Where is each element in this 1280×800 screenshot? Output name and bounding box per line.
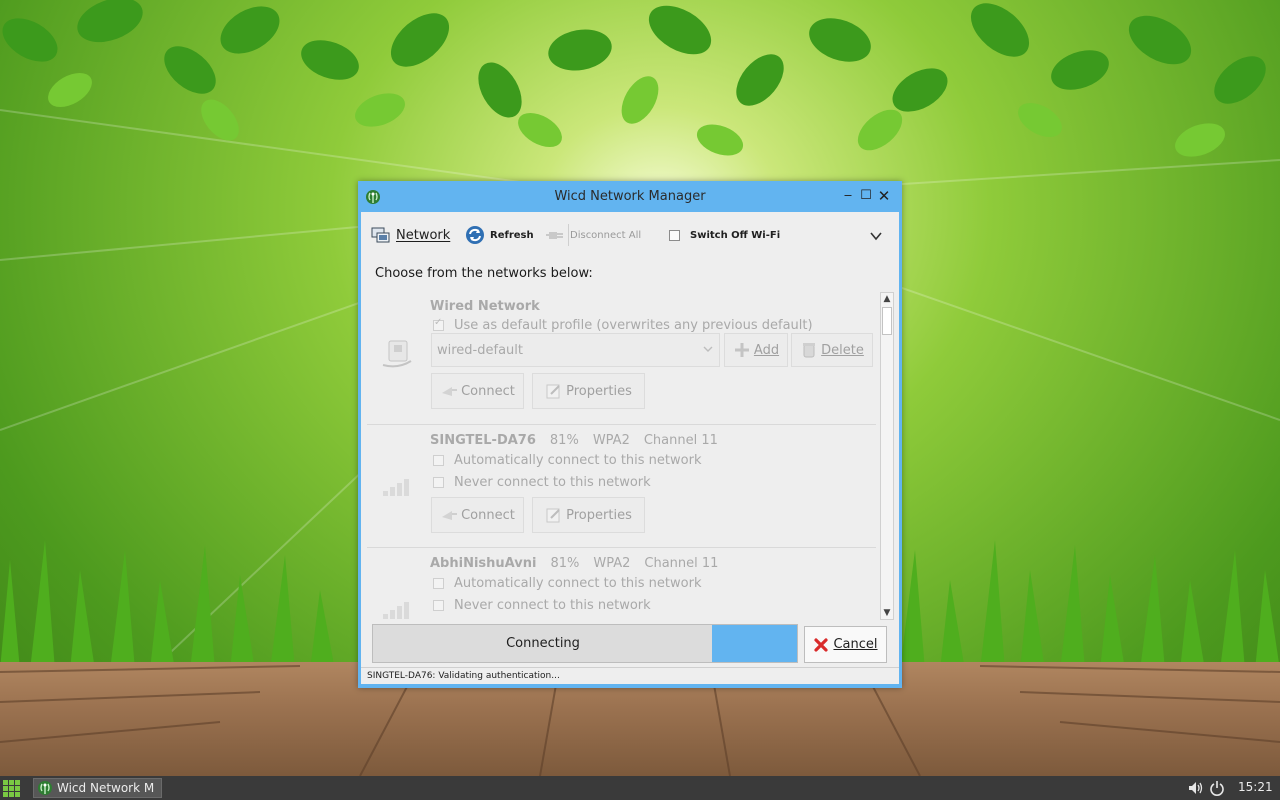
disconnect-all-label: Disconnect All [570, 229, 642, 241]
power-icon[interactable] [1209, 780, 1225, 796]
edit-icon [546, 384, 560, 399]
wired-connect-button[interactable]: Connect [431, 373, 524, 409]
refresh-icon [466, 226, 484, 244]
never-connect-checkbox[interactable] [433, 477, 444, 488]
network-ssid: SINGTEL-DA76 [430, 433, 536, 448]
network-connect-button[interactable]: Connect [431, 497, 524, 533]
network-encryption: WPA2 [593, 556, 631, 571]
network-entry: SINGTEL-DA76 81% WPA2 Channel 11 Automatica… [367, 424, 876, 548]
wired-properties-label: Properties [566, 383, 632, 399]
default-profile-label: Use as default profile (overwrites any p… [454, 318, 813, 333]
default-profile-option[interactable]: Use as default profile (overwrites any p… [433, 317, 813, 333]
cancel-label: Cancel [833, 637, 878, 652]
connect-icon [442, 511, 458, 520]
chevron-down-icon [703, 346, 713, 352]
titlebar[interactable]: Wicd Network Manager ‒ ☐ ✕ [358, 181, 902, 212]
progress-label: Connecting [506, 636, 580, 651]
toolbar-separator [568, 224, 569, 246]
progress-indicator [712, 625, 797, 662]
default-profile-checkbox[interactable] [433, 317, 444, 331]
network-label: Network [396, 227, 451, 243]
scroll-down-icon[interactable]: ▼ [881, 607, 893, 619]
network-entry: AbhiNishuAvni 81% WPA2 Channel 11 Automatic… [367, 547, 876, 620]
wired-profile-select[interactable]: wired-default [431, 333, 720, 367]
wired-network-title: Wired Network [430, 299, 540, 314]
network-ssid: AbhiNishuAvni [430, 556, 537, 571]
network-encryption: WPA2 [592, 433, 630, 448]
taskbar-window-label: Wicd Network M [57, 781, 155, 795]
network-info: SINGTEL-DA76 81% WPA2 Channel 11 [430, 433, 732, 448]
network-info: AbhiNishuAvni 81% WPA2 Channel 11 [430, 556, 732, 571]
switch-off-wifi-toggle[interactable]: Switch Off Wi-Fi [669, 224, 780, 246]
signal-bars-icon [383, 602, 409, 619]
auto-connect-label: Automatically connect to this network [454, 576, 702, 591]
network-strength: 81% [549, 433, 579, 448]
volume-icon[interactable] [1187, 780, 1203, 796]
wired-network-icon [382, 340, 412, 368]
network-list: Wired Network Use as default profile (ov… [367, 291, 876, 620]
add-label: Add [753, 342, 780, 358]
scrollbar-thumb[interactable] [882, 307, 892, 335]
clock: 15:21 [1238, 780, 1273, 794]
delete-profile-button[interactable]: Delete [791, 333, 873, 367]
auto-connect-checkbox[interactable] [433, 578, 444, 589]
add-profile-button[interactable]: Add [724, 333, 788, 367]
wicd-window: Wicd Network Manager ‒ ☐ ✕ Network Refre… [358, 181, 902, 688]
choose-network-prompt: Choose from the networks below: [375, 266, 593, 281]
maximize-button[interactable]: ☐ [858, 188, 874, 204]
leaves-decoration [2, 0, 1266, 157]
window-title: Wicd Network Manager [554, 189, 706, 204]
network-strength: 81% [550, 556, 580, 571]
plus-icon [734, 343, 749, 357]
network-properties-button[interactable]: Properties [532, 497, 645, 533]
connecting-progress-bar: Connecting [372, 624, 798, 663]
network-channel: Channel 11 [644, 556, 719, 571]
signal-bars-icon [383, 479, 409, 496]
unplug-icon [546, 232, 563, 239]
network-connect-label: Connect [461, 507, 515, 523]
delete-label: Delete [821, 342, 864, 358]
never-connect-option[interactable]: Never connect to this network [433, 475, 651, 490]
status-bar: SINGTEL-DA76: Validating authentication.… [361, 667, 899, 684]
cancel-button[interactable]: Cancel [804, 626, 887, 663]
auto-connect-checkbox[interactable] [433, 455, 444, 466]
never-connect-option[interactable]: Never connect to this network [433, 598, 651, 613]
auto-connect-option[interactable]: Automatically connect to this network [433, 453, 701, 468]
scroll-up-icon[interactable]: ▲ [881, 293, 893, 305]
close-button[interactable]: ✕ [876, 188, 892, 204]
taskbar-window-button[interactable]: Wicd Network M [33, 778, 162, 798]
refresh-label: Refresh [490, 229, 534, 241]
never-connect-label: Never connect to this network [454, 475, 651, 490]
switch-off-wifi-checkbox[interactable] [669, 229, 680, 241]
connect-icon [442, 387, 458, 396]
app-grid-icon[interactable] [3, 780, 20, 797]
network-list-scrollbar[interactable]: ▲ ▼ [880, 292, 894, 620]
switch-off-wifi-label: Switch Off Wi-Fi [690, 229, 781, 241]
wired-properties-button[interactable]: Properties [532, 373, 645, 409]
wired-profile-value: wired-default [437, 342, 523, 358]
network-menu-button[interactable]: Network [371, 224, 450, 246]
auto-connect-option[interactable]: Automatically connect to this network [433, 576, 701, 591]
trash-icon [803, 343, 816, 358]
refresh-button[interactable]: Refresh [465, 224, 534, 246]
network-computers-icon [371, 227, 390, 243]
network-channel: Channel 11 [643, 433, 718, 448]
taskbar: Wicd Network M 15:21 [0, 776, 1280, 800]
edit-icon [546, 508, 560, 523]
never-connect-checkbox[interactable] [433, 600, 444, 611]
wicd-antenna-icon [38, 781, 52, 795]
never-connect-label: Never connect to this network [454, 598, 651, 613]
wired-connect-label: Connect [461, 383, 515, 399]
disconnect-all-button[interactable]: Disconnect All [545, 224, 641, 246]
wired-network-entry: Wired Network Use as default profile (ov… [367, 291, 876, 424]
window-content: Network Refresh Disconnect All Switch Of… [361, 212, 899, 684]
auto-connect-label: Automatically connect to this network [454, 453, 702, 468]
toolbar: Network Refresh Disconnect All Switch Of… [361, 220, 899, 248]
red-x-icon [814, 637, 829, 652]
chevron-down-icon[interactable] [869, 229, 883, 243]
minimize-button[interactable]: ‒ [840, 188, 856, 204]
network-properties-label: Properties [566, 507, 632, 523]
